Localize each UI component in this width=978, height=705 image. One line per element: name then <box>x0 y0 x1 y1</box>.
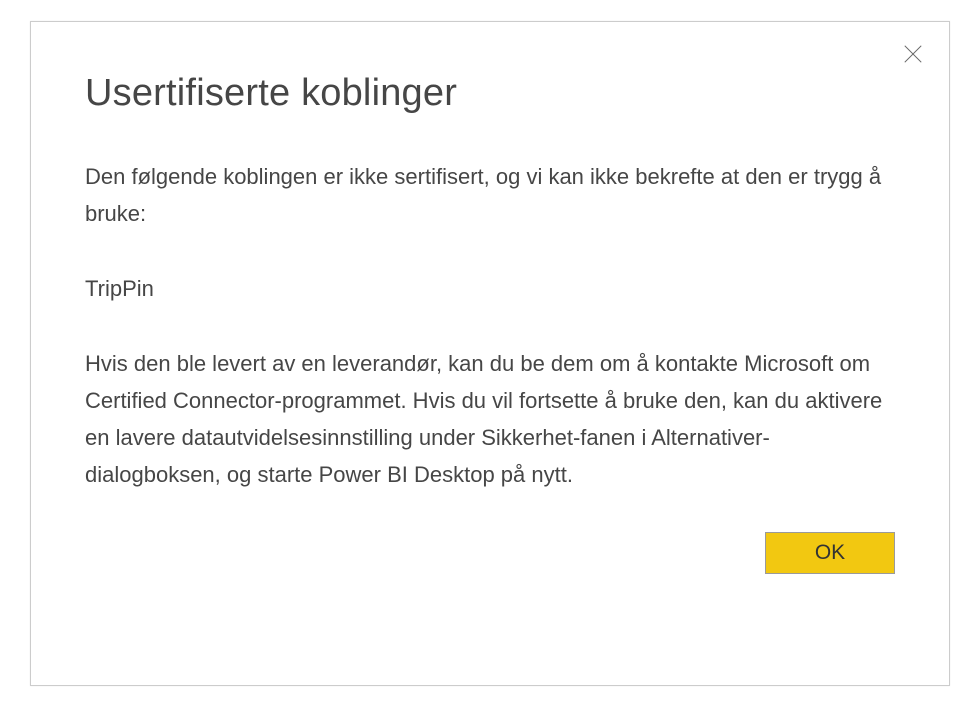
details-text: Hvis den ble levert av en leverandør, ka… <box>85 346 895 494</box>
uncertified-connectors-dialog: Usertifiserte koblinger Den følgende kob… <box>30 21 950 686</box>
dialog-title: Usertifiserte koblinger <box>85 72 895 115</box>
intro-text: Den følgende koblingen er ikke sertifise… <box>85 159 895 233</box>
close-icon <box>902 43 924 65</box>
connector-name: TripPin <box>85 271 895 308</box>
close-button[interactable] <box>899 40 927 68</box>
dialog-body: Den følgende koblingen er ikke sertifise… <box>85 159 895 494</box>
button-row: OK <box>85 532 895 574</box>
ok-button[interactable]: OK <box>765 532 895 574</box>
